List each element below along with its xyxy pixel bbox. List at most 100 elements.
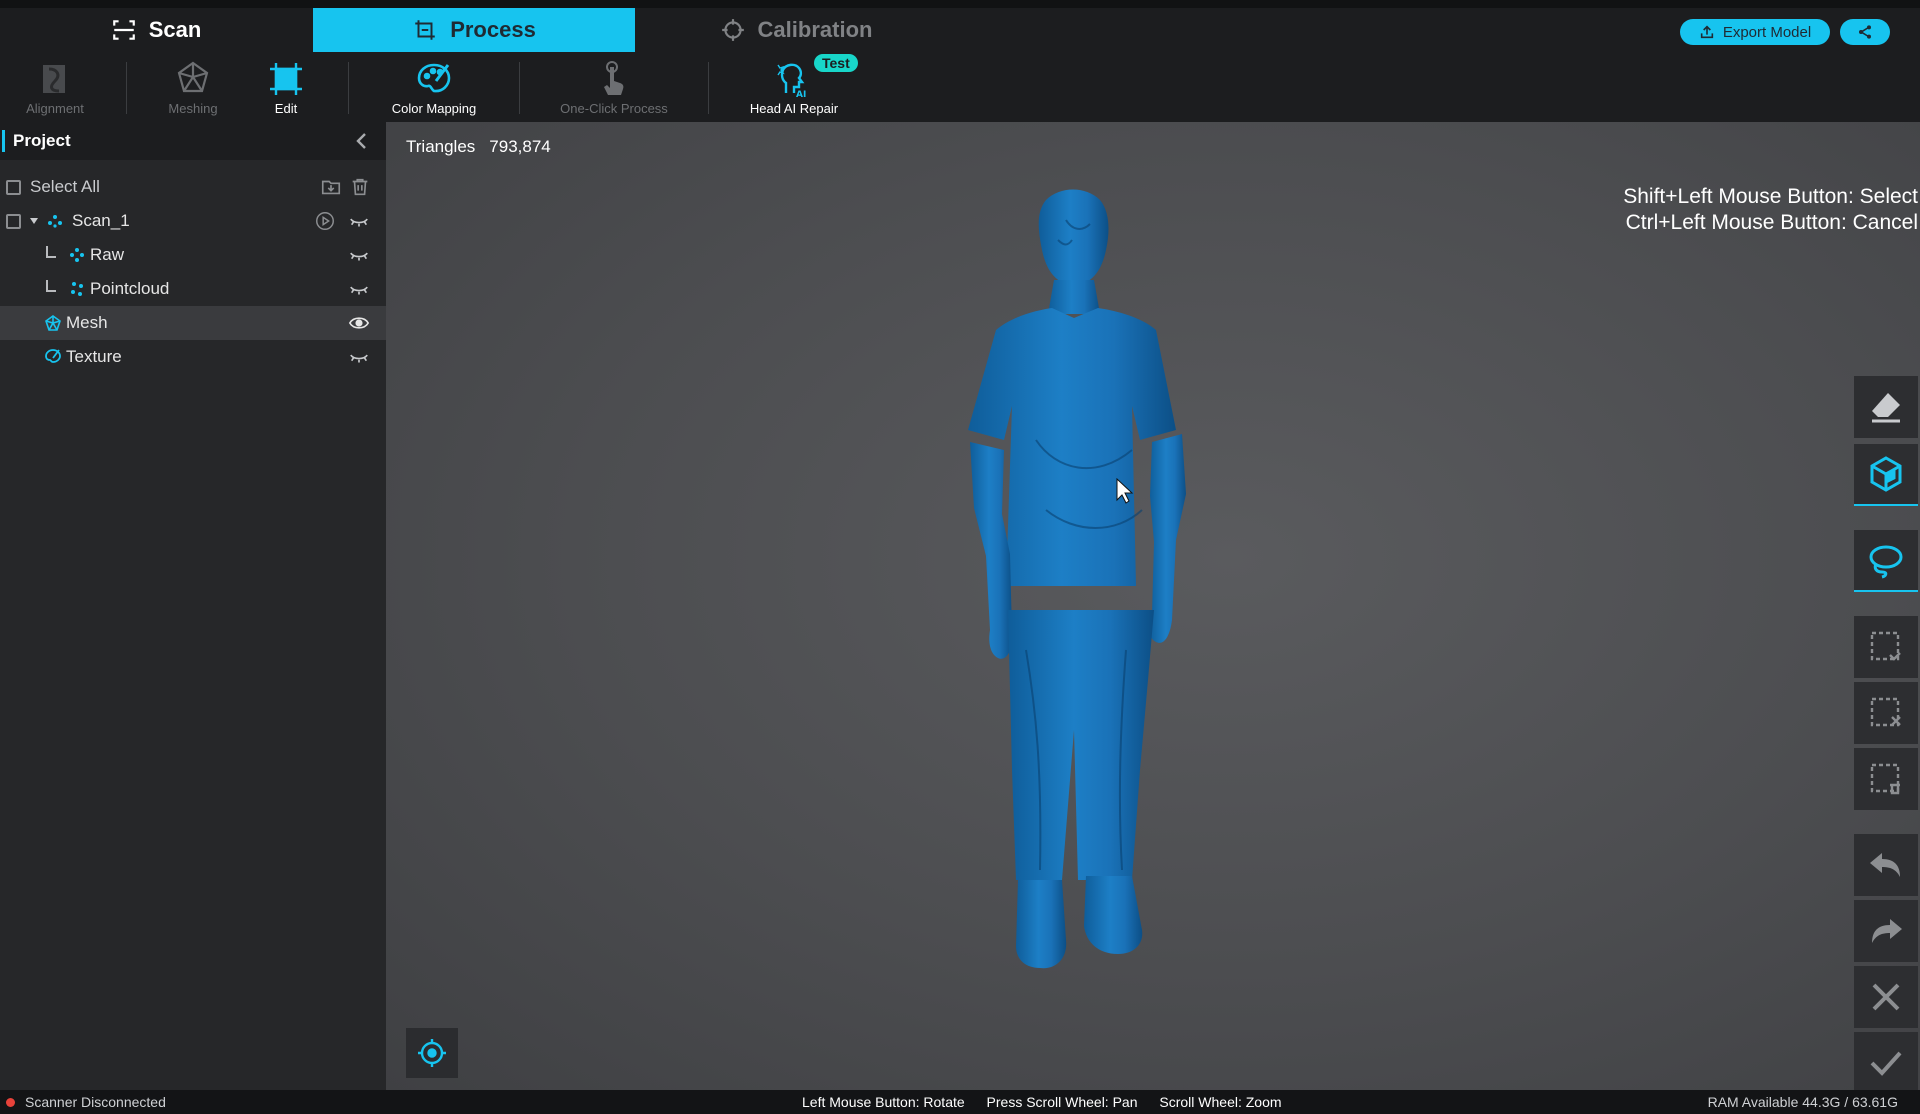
dashed-select-icon (1870, 631, 1901, 661)
mesh-icon (45, 315, 61, 331)
trash-icon[interactable] (349, 176, 371, 198)
reset-view-button[interactable] (406, 1028, 458, 1078)
tab-process[interactable]: Process (313, 8, 635, 52)
head-ai-repair-label: Head AI Repair (749, 101, 839, 116)
edit-grid-icon (270, 63, 302, 95)
scan-icon (112, 20, 135, 40)
triangle-count: Triangles 793,874 (406, 137, 551, 157)
scanned-person-mesh[interactable] (926, 180, 1226, 1040)
alignment-label: Alignment (26, 101, 84, 116)
one-click-process-label: One-Click Process (560, 101, 668, 116)
alignment-tool[interactable]: Alignment (14, 54, 96, 122)
triangles-label: Triangles (406, 137, 476, 156)
export-model-button[interactable]: Export Model (1680, 19, 1830, 45)
tap-hand-icon (604, 61, 624, 95)
lasso-icon (1869, 545, 1903, 579)
play-circle-icon[interactable] (314, 210, 336, 232)
tree-item-texture[interactable]: Texture (0, 340, 386, 374)
ram-available: RAM Available 44.3G / 63.61G (1707, 1094, 1898, 1110)
deselect-area-tool[interactable] (1854, 682, 1918, 744)
tab-calibration-label: Calibration (757, 17, 873, 42)
select-all-label: Select All (30, 177, 100, 196)
project-panel-header: Project (0, 122, 386, 160)
cancel-edit-button[interactable] (1854, 966, 1918, 1028)
tree-item-raw[interactable]: Raw (0, 238, 386, 272)
meshing-label: Meshing (168, 101, 218, 116)
hint-rotate: Left Mouse Button: Rotate (802, 1094, 965, 1110)
select-all-checkbox[interactable] (6, 179, 21, 195)
eraser-tool[interactable] (1854, 376, 1918, 438)
tab-calibration[interactable]: Calibration (636, 8, 956, 52)
mouse-hints: Left Mouse Button: Rotate Press Scroll W… (802, 1094, 1300, 1110)
collapse-panel-icon[interactable] (352, 131, 372, 151)
toolbar-divider (708, 62, 709, 114)
process-toolbar: Alignment Meshing Edit Color Mapping One… (0, 54, 1920, 122)
triangles-value: 793,874 (489, 137, 551, 156)
panel-header-accent (2, 130, 5, 152)
tab-scan-label: Scan (148, 17, 202, 42)
scan-cloud-icon (48, 215, 62, 228)
share-icon (1859, 25, 1871, 39)
selection-hint: Shift+Left Mouse Button: Select Ctrl+Lef… (1623, 184, 1918, 236)
select-area-tool[interactable] (1854, 616, 1918, 678)
scanner-status: Scanner Disconnected (25, 1094, 166, 1110)
target-icon (418, 1039, 446, 1067)
head-ai-repair-tool[interactable]: Test AI Head AI Repair (744, 54, 858, 122)
pointcloud-icon (71, 282, 83, 296)
export-model-label: Export Model (1722, 23, 1812, 41)
confirm-edit-button[interactable] (1854, 1032, 1918, 1090)
visible-eye-icon[interactable] (348, 312, 370, 334)
tree-item-pointcloud[interactable]: Pointcloud (0, 272, 386, 306)
hidden-eye-icon[interactable] (348, 210, 370, 232)
raw-label: Raw (90, 245, 125, 264)
hint-cancel: Ctrl+Left Mouse Button: Cancel (1625, 211, 1918, 234)
toolbar-divider (126, 62, 127, 114)
undo-icon (1870, 853, 1900, 877)
cube-select-tool[interactable] (1854, 444, 1918, 506)
texture-label: Texture (66, 347, 122, 366)
hidden-eye-icon[interactable] (348, 244, 370, 266)
meshing-tool[interactable]: Meshing (152, 54, 234, 122)
toolbar-divider (519, 62, 520, 114)
tree-item-mesh[interactable]: Mesh (0, 306, 386, 340)
mesh-label: Mesh (66, 313, 108, 332)
import-folder-icon[interactable] (320, 176, 342, 198)
hidden-eye-icon[interactable] (348, 278, 370, 300)
color-mapping-tool[interactable]: Color Mapping (384, 54, 484, 122)
tree-branch-line (46, 280, 56, 292)
edit-label: Edit (274, 101, 298, 116)
redo-icon (1872, 919, 1902, 943)
close-icon (1872, 983, 1900, 1011)
share-button[interactable] (1840, 19, 1890, 45)
crosshair-icon (721, 19, 744, 41)
tab-scan[interactable]: Scan (0, 8, 312, 52)
one-click-process-tool[interactable]: One-Click Process (550, 54, 678, 122)
delete-selection-tool[interactable] (1854, 748, 1918, 810)
hint-pan: Press Scroll Wheel: Pan (986, 1094, 1138, 1110)
svg-text:AI: AI (796, 90, 806, 99)
expand-caret-icon[interactable] (30, 218, 38, 224)
pointcloud-label: Pointcloud (90, 279, 170, 298)
tab-process-label: Process (450, 17, 536, 42)
redo-button[interactable] (1854, 900, 1918, 962)
export-icon (1700, 25, 1713, 39)
scan-checkbox[interactable] (6, 213, 21, 229)
raw-points-icon (70, 248, 84, 262)
select-all-row: Select All (0, 170, 386, 204)
mouse-cursor-icon (1116, 478, 1134, 504)
lasso-select-tool[interactable] (1854, 530, 1918, 592)
project-title: Project (13, 131, 71, 150)
dashed-deselect-icon (1870, 697, 1901, 727)
meshing-icon (177, 61, 209, 93)
hidden-eye-icon[interactable] (348, 346, 370, 368)
hint-zoom: Scroll Wheel: Zoom (1159, 1094, 1282, 1110)
cube-icon (1870, 456, 1902, 492)
edit-tool[interactable]: Edit (252, 54, 320, 122)
checkmark-icon (1870, 1051, 1902, 1076)
head-ai-icon: AI (777, 63, 806, 99)
tree-item-scan[interactable]: Scan_1 (0, 204, 386, 238)
3d-viewport[interactable]: Triangles 793,874 Shift+Left Mouse Button… (386, 122, 1920, 1090)
tree-branch-line (46, 246, 56, 258)
undo-button[interactable] (1854, 834, 1918, 896)
project-panel: Project Select All Scan_1 Raw Pointcloud… (0, 122, 386, 1090)
